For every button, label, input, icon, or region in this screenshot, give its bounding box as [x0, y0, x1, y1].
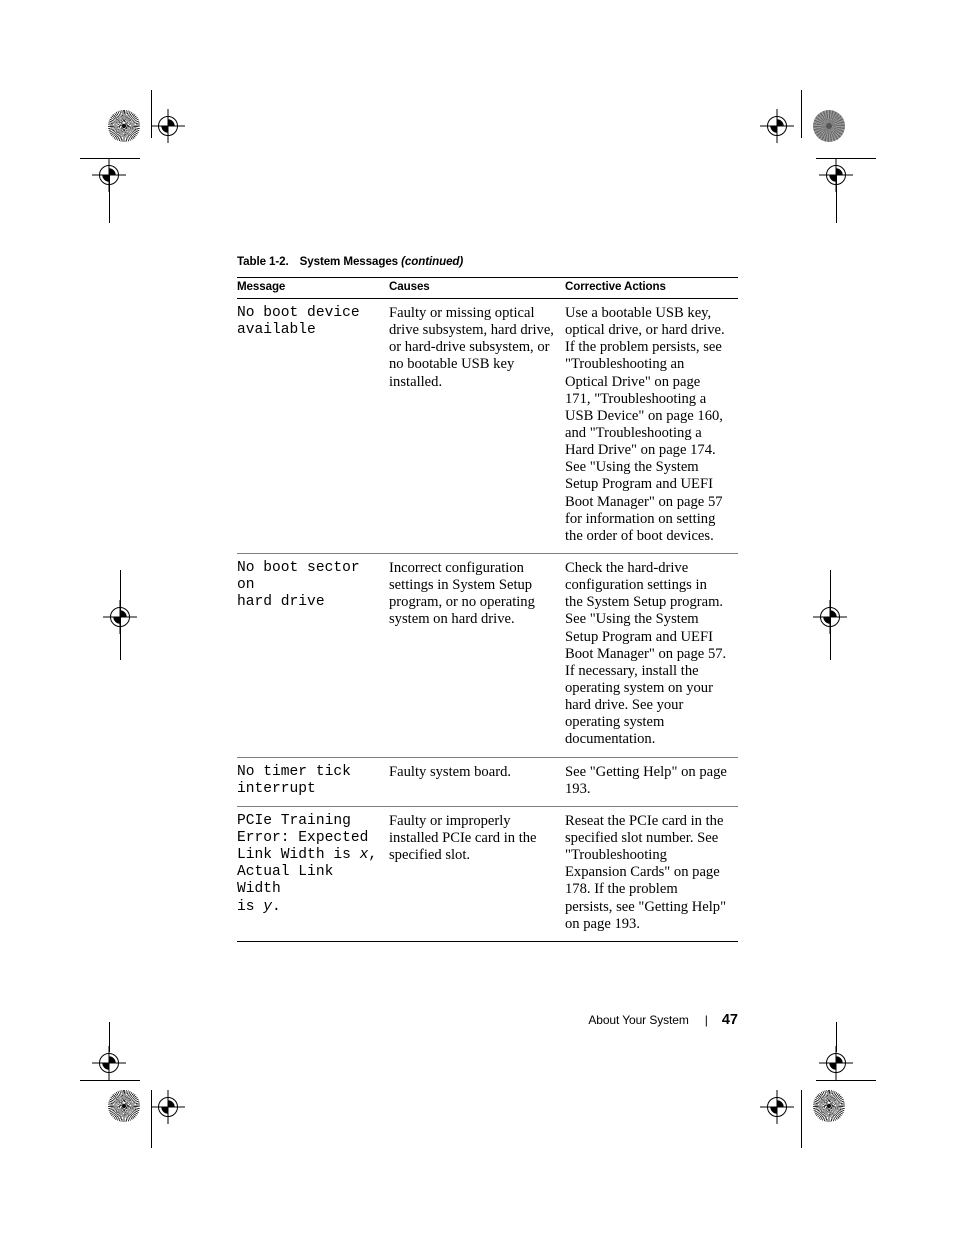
- page-content: Table 1-2. System Messages (continued) Me…: [237, 255, 738, 942]
- page-number: 47: [721, 1012, 738, 1028]
- table-body: No boot device available Faulty or missin…: [237, 298, 738, 942]
- column-header-corrective-actions: Corrective Actions: [565, 277, 738, 299]
- message-text: No timer tick interrupt: [237, 763, 351, 797]
- trim-line: [801, 90, 802, 138]
- cell-corrective-actions: Use a bootable USB key, optical drive, o…: [565, 298, 738, 554]
- trim-line: [816, 1080, 876, 1081]
- message-variable: y: [263, 898, 273, 915]
- registration-target-mark: [813, 600, 847, 634]
- table-row: PCIe Training Error: Expected Link Width…: [237, 806, 738, 942]
- registration-target-mark: [151, 109, 185, 143]
- table-row: No boot device available Faulty or missin…: [237, 298, 738, 554]
- column-header-message: Message: [237, 277, 389, 299]
- table-caption-number: Table 1-2.: [237, 255, 289, 268]
- footer-section-title: About Your System: [588, 1013, 689, 1027]
- registration-target-mark: [819, 1046, 853, 1080]
- trim-line: [836, 175, 837, 223]
- registration-target-mark: [103, 600, 137, 634]
- table-caption: Table 1-2. System Messages (continued): [237, 255, 738, 268]
- system-messages-table: Message Causes Corrective Actions No boo…: [237, 277, 738, 942]
- registration-target-mark: [151, 1090, 185, 1124]
- cell-causes: Incorrect configuration settings in Syst…: [389, 553, 565, 758]
- cell-message: PCIe Training Error: Expected Link Width…: [237, 806, 389, 942]
- trim-line: [109, 175, 110, 223]
- halftone-dot-mark: [108, 110, 140, 142]
- trim-line: [109, 1022, 110, 1052]
- message-text: .: [272, 898, 281, 915]
- trim-line: [801, 1090, 802, 1148]
- trim-line: [120, 570, 121, 660]
- trim-line: [151, 90, 152, 138]
- cell-message: No boot sector on hard drive: [237, 553, 389, 758]
- halftone-dot-mark: [813, 110, 845, 142]
- cell-corrective-actions: See "Getting Help" on page 193.: [565, 757, 738, 807]
- message-text: PCIe Training Error: Expected Link Width…: [237, 812, 369, 864]
- page-footer: About Your System | 47: [237, 1012, 738, 1028]
- table-header-row: Message Causes Corrective Actions: [237, 277, 738, 299]
- cell-message: No timer tick interrupt: [237, 757, 389, 807]
- trim-line: [80, 1080, 140, 1081]
- cell-causes: Faulty or improperly installed PCIe card…: [389, 806, 565, 942]
- cell-corrective-actions: Check the hard-drive configuration setti…: [565, 553, 738, 758]
- cell-corrective-actions: Reseat the PCIe card in the specified sl…: [565, 806, 738, 942]
- trim-line: [80, 158, 140, 159]
- registration-target-mark: [92, 1046, 126, 1080]
- cell-causes: Faulty or missing optical drive subsyste…: [389, 298, 565, 554]
- footer-separator: |: [704, 1013, 708, 1027]
- table-caption-title: System Messages: [299, 255, 399, 268]
- table-caption-continued: (continued): [401, 255, 464, 268]
- trim-line: [836, 1022, 837, 1052]
- trim-line: [816, 158, 876, 159]
- message-text: No boot device available: [237, 305, 360, 339]
- registration-target-mark: [92, 158, 126, 192]
- document-page: Table 1-2. System Messages (continued) Me…: [0, 0, 954, 1235]
- cell-message: No boot device available: [237, 298, 389, 554]
- column-header-causes: Causes: [389, 277, 565, 299]
- trim-line: [151, 1090, 152, 1148]
- registration-target-mark: [760, 1090, 794, 1124]
- registration-target-mark: [760, 109, 794, 143]
- cell-causes: Faulty system board.: [389, 757, 565, 807]
- halftone-dot-mark: [108, 1090, 140, 1122]
- registration-target-mark: [819, 158, 853, 192]
- trim-line: [830, 570, 831, 660]
- table-row: No boot sector on hard drive Incorrect co…: [237, 553, 738, 758]
- message-text: No boot sector on hard drive: [237, 559, 360, 611]
- table-row: No timer tick interrupt Faulty system boa…: [237, 757, 738, 807]
- halftone-dot-mark: [813, 1090, 845, 1122]
